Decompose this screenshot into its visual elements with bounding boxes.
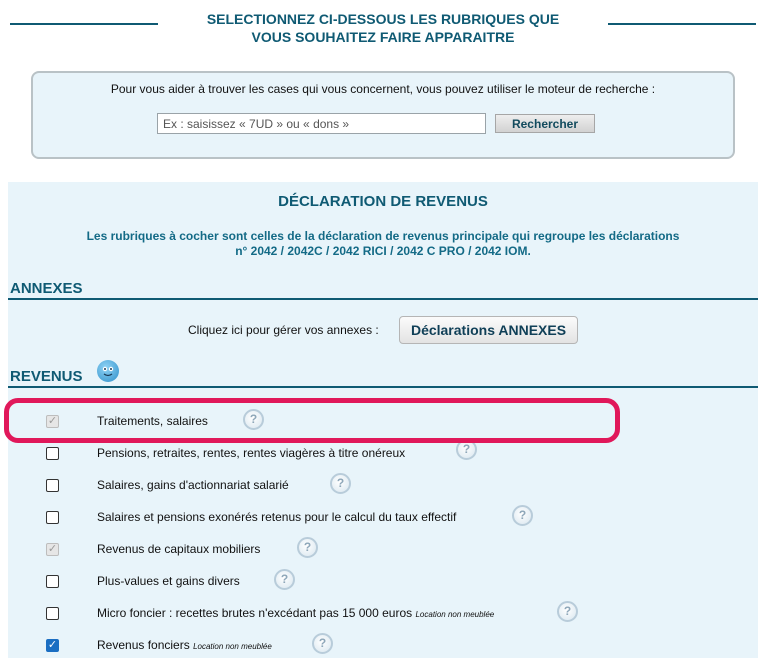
search-box: Pour vous aider à trouver les cases qui … xyxy=(31,71,735,159)
revenus-row: Micro foncier : recettes brutes n'excéda… xyxy=(8,599,758,629)
annexes-rule xyxy=(8,298,758,300)
revenus-heading: REVENUS xyxy=(10,368,83,385)
help-icon[interactable]: ? xyxy=(297,537,318,558)
row-label-text: Micro foncier : recettes brutes n'excéda… xyxy=(97,606,413,620)
revenus-rule xyxy=(8,386,758,388)
row-label: Plus-values et gains divers xyxy=(97,574,240,588)
row-label: Revenus fonciers Location non meublée xyxy=(97,638,272,652)
page-title-line1: SELECTIONNEZ CI-DESSOUS LES RUBRIQUES QU… xyxy=(206,11,560,27)
revenus-row: Salaires, gains d'actionnariat salarié ? xyxy=(8,471,758,501)
revenus-row: Pensions, retraites, rentes, rentes viag… xyxy=(8,439,758,469)
header-rule-left xyxy=(10,23,158,25)
row-label-text: Revenus fonciers xyxy=(97,638,190,652)
declaration-subtitle-line1: Les rubriques à cocher sont celles de la… xyxy=(86,229,680,243)
row-checkbox[interactable] xyxy=(46,479,59,492)
row-note: Location non meublée xyxy=(415,610,495,619)
page-title: SELECTIONNEZ CI-DESSOUS LES RUBRIQUES QU… xyxy=(160,10,606,46)
revenus-row: ✓ Revenus fonciers Location non meublée … xyxy=(8,631,758,658)
search-button[interactable]: Rechercher xyxy=(495,114,595,133)
declaration-title: DÉCLARATION DE REVENUS xyxy=(278,193,488,210)
help-icon[interactable]: ? xyxy=(312,633,333,654)
row-checkbox[interactable]: ✓ xyxy=(46,543,59,556)
row-label: Micro foncier : recettes brutes n'excéda… xyxy=(97,606,494,620)
check-icon: ✓ xyxy=(47,543,58,555)
declaration-subtitle-line2: n° 2042 / 2042C / 2042 RICI / 2042 C PRO… xyxy=(235,244,531,258)
row-label: Salaires et pensions exonérés retenus po… xyxy=(97,510,457,524)
revenus-row: ✓ Revenus de capitaux mobiliers ? xyxy=(8,535,758,565)
row-label: Revenus de capitaux mobiliers xyxy=(97,542,261,556)
check-icon: ✓ xyxy=(47,639,58,651)
declaration-subtitle: Les rubriques à cocher sont celles de la… xyxy=(38,229,728,259)
revenus-row: Salaires et pensions exonérés retenus po… xyxy=(8,503,758,533)
search-input[interactable] xyxy=(157,113,486,134)
help-icon[interactable]: ? xyxy=(557,601,578,622)
row-checkbox[interactable] xyxy=(46,575,59,588)
row-checkbox[interactable] xyxy=(46,607,59,620)
help-icon[interactable]: ? xyxy=(330,473,351,494)
highlight-annotation xyxy=(4,398,620,443)
row-label: Pensions, retraites, rentes, rentes viag… xyxy=(97,446,406,460)
row-note: Location non meublée xyxy=(193,642,272,651)
revenus-row: Plus-values et gains divers ? xyxy=(8,567,758,597)
row-checkbox[interactable] xyxy=(46,447,59,460)
help-icon[interactable]: ? xyxy=(512,505,533,526)
search-help-text: Pour vous aider à trouver les cases qui … xyxy=(110,82,656,96)
page-title-line2: VOUS SOUHAITEZ FAIRE APPARAITRE xyxy=(251,29,515,45)
page-header: SELECTIONNEZ CI-DESSOUS LES RUBRIQUES QU… xyxy=(0,10,762,50)
helper-mascot-icon[interactable] xyxy=(97,360,119,382)
row-checkbox[interactable]: ✓ xyxy=(46,639,59,652)
help-icon[interactable]: ? xyxy=(274,569,295,590)
annexes-prompt: Cliquez ici pour gérer vos annexes : xyxy=(188,323,379,337)
header-rule-right xyxy=(608,23,756,25)
row-label: Salaires, gains d'actionnariat salarié xyxy=(97,478,289,492)
annexes-button[interactable]: Déclarations ANNEXES xyxy=(399,316,578,344)
annexes-heading: ANNEXES xyxy=(10,280,83,297)
row-checkbox[interactable] xyxy=(46,511,59,524)
